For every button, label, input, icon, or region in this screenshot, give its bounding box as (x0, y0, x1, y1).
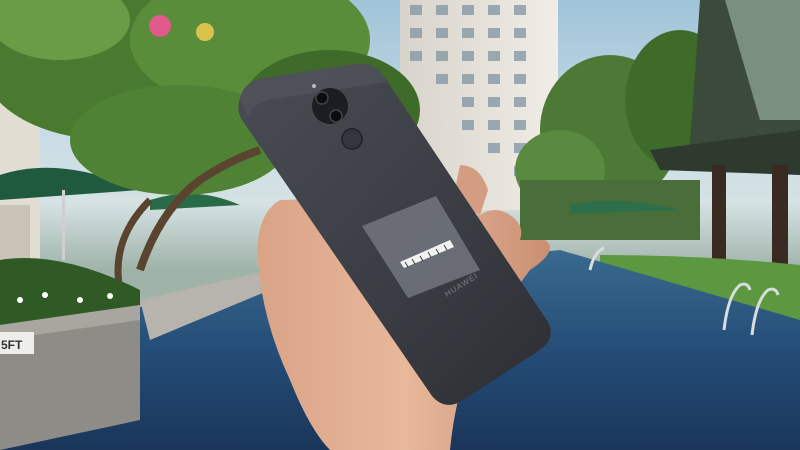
scene-illustration (0, 0, 800, 450)
photo-scene: HUAWEI 5FT (0, 0, 800, 450)
depth-sign-text: 5FT (1, 336, 22, 354)
depth-sign-label: 5FT (1, 338, 23, 352)
fingerprint-sensor (341, 128, 363, 150)
